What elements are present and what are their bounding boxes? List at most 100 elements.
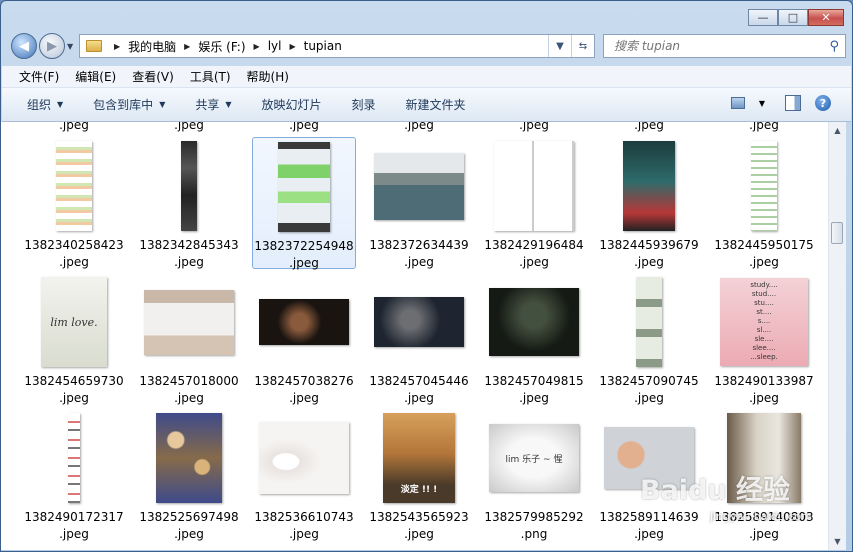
address-bar[interactable]: ▶ 我的电脑 ▶ 娱乐 (F:) ▶ lyl ▶ tupian ▼ ⇆ (79, 34, 595, 58)
file-name: 1382457045446 .jpeg (367, 373, 471, 407)
file-number: 1382525697498 (139, 510, 239, 524)
file-ext: .jpeg (404, 527, 434, 541)
search-box[interactable]: ⚲ (603, 34, 846, 58)
new-folder-button[interactable]: 新建文件夹 (406, 96, 466, 113)
menu-tools[interactable]: 工具(T) (190, 68, 231, 85)
file-number: 1382445950175 (714, 238, 814, 252)
file-ext[interactable]: .jpeg (137, 122, 241, 132)
file-item[interactable]: 1382457090745 .jpeg (597, 273, 701, 405)
breadcrumb-lyl[interactable]: lyl (268, 39, 282, 53)
file-name: 1382536610743 .jpeg (252, 509, 356, 543)
file-item[interactable]: study.... stud.... stu.... st.... s.... … (712, 273, 816, 405)
command-bar: 组织 ▼ 包含到库中 ▼ 共享 ▼ 放映幻灯片 刻录 新建文件夹 ▼ ? (2, 88, 851, 122)
chevron-right-icon[interactable]: ▶ (289, 42, 295, 51)
file-number: 1382579985292 (484, 510, 584, 524)
file-item[interactable]: 1382445939679 .jpeg (597, 137, 701, 269)
file-number: 1382340258423 (24, 238, 124, 252)
file-number: 1382372254948 (254, 239, 354, 253)
file-ext[interactable]: .jpeg (482, 122, 586, 132)
menu-file[interactable]: 文件(F) (19, 68, 59, 85)
image-thumbnail (278, 142, 330, 232)
minimize-button[interactable]: — (748, 9, 778, 26)
thumbnail-text: 淡定 !! ! (400, 485, 438, 495)
file-name: 1382372254948 .jpeg (253, 238, 355, 272)
file-ext: .jpeg (519, 391, 549, 405)
recent-pages-dropdown-icon[interactable]: ▼ (67, 42, 73, 51)
breadcrumb-computer[interactable]: 我的电脑 (128, 38, 176, 55)
file-item[interactable]: 1382457018000 .jpeg (137, 273, 241, 405)
file-ext[interactable]: .jpeg (597, 122, 701, 132)
file-ext[interactable]: .jpeg (712, 122, 816, 132)
file-number: 1382429196484 (484, 238, 584, 252)
file-ext: .jpeg (404, 391, 434, 405)
chevron-right-icon[interactable]: ▶ (184, 42, 190, 51)
file-name: 1382372634439 .jpeg (367, 237, 471, 271)
search-input[interactable] (612, 38, 816, 54)
thumbnail-text: study.... stud.... stu.... st.... s.... … (750, 281, 778, 361)
file-name: 1382457018000 .jpeg (137, 373, 241, 407)
file-number: 1382589114639 (599, 510, 699, 524)
organize-button[interactable]: 组织 ▼ (27, 96, 63, 113)
slideshow-button[interactable]: 放映幻灯片 (262, 96, 322, 113)
file-name: 1382457049815 .jpeg (482, 373, 586, 407)
menu-help[interactable]: 帮助(H) (247, 68, 289, 85)
scroll-up-icon[interactable]: ▲ (829, 122, 846, 139)
chevron-right-icon[interactable]: ▶ (254, 42, 260, 51)
image-thumbnail (751, 141, 777, 231)
file-item[interactable]: 1382372634439 .jpeg (367, 137, 471, 269)
breadcrumb-drive[interactable]: 娱乐 (F:) (198, 38, 245, 55)
scroll-down-icon[interactable]: ▼ (829, 533, 846, 550)
refresh-icon[interactable]: ⇆ (571, 35, 594, 57)
file-item[interactable]: lim love. 1382454659730 .jpeg (22, 273, 126, 405)
menu-view[interactable]: 查看(V) (132, 68, 174, 85)
include-label: 包含到库中 (93, 98, 154, 112)
include-in-library-button[interactable]: 包含到库中 ▼ (93, 96, 165, 113)
file-name: 1382342845343 .jpeg (137, 237, 241, 271)
file-item[interactable]: 淡定 !! ! 1382543565923 .jpeg (367, 409, 471, 541)
file-item[interactable]: 1382457045446 .jpeg (367, 273, 471, 405)
file-item[interactable]: 1382457038276 .jpeg (252, 273, 356, 405)
maximize-button[interactable]: □ (778, 9, 808, 26)
file-ext: .jpeg (519, 255, 549, 269)
file-item[interactable]: 1382429196484 .jpeg (482, 137, 586, 269)
burn-button[interactable]: 刻录 (352, 96, 376, 113)
scroll-thumb[interactable] (831, 222, 843, 244)
image-thumbnail (623, 141, 675, 231)
help-icon[interactable]: ? (815, 95, 831, 111)
vertical-scrollbar[interactable]: ▲ ▼ (828, 122, 846, 550)
file-ext: .jpeg (749, 527, 779, 541)
file-name: 1382340258423 .jpeg (22, 237, 126, 271)
file-ext: .jpeg (59, 391, 89, 405)
file-item[interactable]: 1382342845343 .jpeg (137, 137, 241, 269)
organize-label: 组织 (27, 98, 52, 112)
file-ext: .jpeg (174, 391, 204, 405)
watermark-url: jingyan.baidu.com (710, 510, 812, 523)
chevron-right-icon[interactable]: ▶ (114, 42, 120, 51)
view-dropdown-icon[interactable]: ▼ (753, 94, 771, 112)
file-item[interactable]: 1382457049815 .jpeg (482, 273, 586, 405)
file-ext[interactable]: .jpeg (22, 122, 126, 132)
file-ext[interactable]: .jpeg (252, 122, 356, 132)
file-item[interactable]: 1382536610743 .jpeg (252, 409, 356, 541)
share-button[interactable]: 共享 ▼ (195, 96, 231, 113)
address-dropdown-icon[interactable]: ▼ (548, 35, 571, 57)
file-ext: .jpeg (289, 391, 319, 405)
back-button[interactable]: ◀ (11, 33, 37, 59)
forward-button[interactable]: ▶ (39, 33, 65, 59)
file-ext[interactable]: .jpeg (367, 122, 471, 132)
preview-pane-icon[interactable] (785, 95, 801, 111)
change-view-icon[interactable] (731, 97, 745, 109)
close-button[interactable]: ✕ (808, 9, 844, 26)
search-icon[interactable]: ⚲ (829, 39, 839, 54)
file-name: 1382429196484 .jpeg (482, 237, 586, 271)
file-item[interactable]: 1382340258423 .jpeg (22, 137, 126, 269)
image-thumbnail (259, 299, 349, 345)
breadcrumb-tupian[interactable]: tupian (304, 39, 342, 53)
file-item-selected[interactable]: 1382372254948 .jpeg (252, 137, 356, 272)
breadcrumb: ▶ 我的电脑 ▶ 娱乐 (F:) ▶ lyl ▶ tupian (106, 38, 342, 55)
file-item[interactable]: lim 乐子 ~ 惺 1382579985292 .png (482, 409, 586, 541)
menu-edit[interactable]: 编辑(E) (75, 68, 116, 85)
file-item[interactable]: 1382490172317 .jpeg (22, 409, 126, 541)
file-item[interactable]: 1382525697498 .jpeg (137, 409, 241, 541)
file-item[interactable]: 1382445950175 .jpeg (712, 137, 816, 269)
